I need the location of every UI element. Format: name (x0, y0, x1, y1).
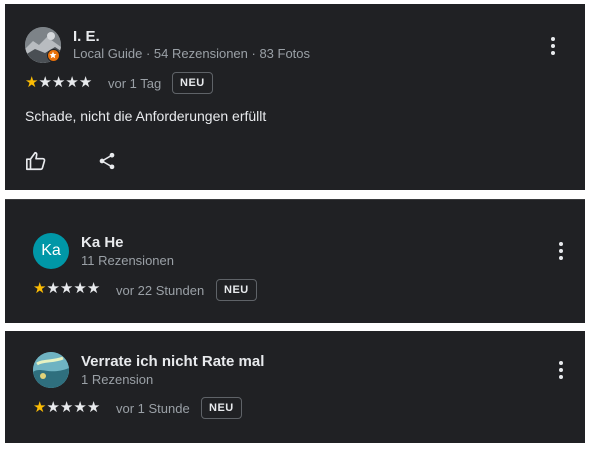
star-icon: ★ (78, 74, 93, 91)
star-icon: ★ (51, 74, 66, 91)
more-options-icon[interactable] (553, 358, 569, 382)
star-icon: ★ (38, 74, 52, 91)
star-icon: ★ (73, 399, 87, 416)
new-badge: NEU (172, 72, 213, 94)
reviewer-avatar[interactable]: Ka (33, 233, 69, 269)
review-card: I. E. Local Guide · 54 Rezensionen · 83 … (5, 4, 585, 190)
review-time: vor 1 Stunde (116, 401, 190, 416)
reviewer-name[interactable]: Ka He (81, 234, 124, 251)
reviewer-avatar[interactable] (33, 352, 69, 388)
more-options-icon[interactable] (553, 239, 569, 263)
star-icon: ★ (25, 74, 39, 91)
new-badge: NEU (201, 397, 242, 419)
share-icon[interactable] (97, 151, 117, 176)
star-icon: ★ (86, 280, 101, 297)
new-badge: NEU (216, 279, 257, 301)
review-text: Schade, nicht die Anforderungen erfüllt (25, 108, 267, 124)
reviewer-subtitle: 1 Rezension (81, 372, 154, 387)
star-icon: ★ (33, 399, 47, 416)
star-icon: ★ (46, 280, 60, 297)
star-icon: ★ (65, 74, 79, 91)
star-icon: ★ (59, 280, 74, 297)
avatar-initials: Ka (41, 242, 61, 259)
profile-photo-icon (33, 352, 69, 388)
star-icon: ★ (86, 399, 101, 416)
thumbs-up-icon[interactable] (25, 150, 47, 177)
review-card: Verrate ich nicht Rate mal 1 Rezension ★… (5, 331, 585, 443)
star-rating: ★★★★★ (25, 75, 92, 91)
star-rating: ★★★★★ (33, 281, 100, 297)
reviewer-name[interactable]: Verrate ich nicht Rate mal (81, 353, 264, 370)
star-icon: ★ (59, 399, 74, 416)
reviewer-subtitle: Local Guide · 54 Rezensionen · 83 Fotos (73, 46, 311, 61)
review-card: Ka Ka He 11 Rezensionen ★★★★★ vor 22 Stu… (5, 199, 585, 323)
star-icon: ★ (33, 280, 47, 297)
local-guide-badge-icon (47, 49, 60, 62)
review-time: vor 22 Stunden (116, 283, 205, 298)
reviewer-subtitle: 11 Rezensionen (81, 253, 174, 268)
star-rating: ★★★★★ (33, 400, 100, 416)
reviewer-name[interactable]: I. E. (73, 28, 100, 45)
star-icon: ★ (73, 280, 87, 297)
more-options-icon[interactable] (545, 34, 561, 58)
review-time: vor 1 Tag (108, 76, 162, 91)
star-icon: ★ (46, 399, 60, 416)
